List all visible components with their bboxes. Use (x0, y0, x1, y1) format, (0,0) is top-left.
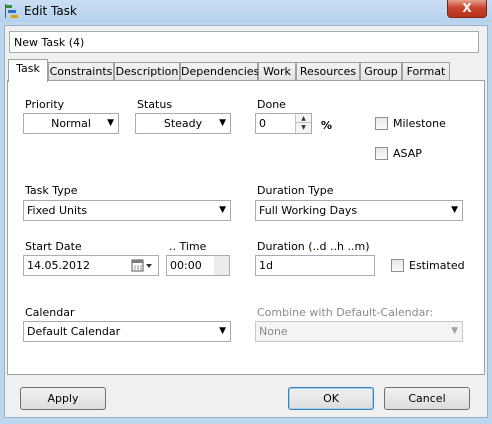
duration-input[interactable]: 1d (255, 255, 375, 276)
tab-constraints[interactable]: Constraints (48, 62, 114, 80)
dropdown-arrow-icon: ▼ (219, 205, 226, 215)
asap-label: ASAP (393, 147, 422, 160)
status-value: Steady (163, 117, 203, 130)
tab-work[interactable]: Work (258, 62, 296, 80)
estimated-label: Estimated (409, 259, 465, 272)
milestone-checkbox[interactable] (375, 117, 388, 130)
spin-down-icon[interactable]: ▼ (295, 123, 311, 133)
task-name-input[interactable] (9, 31, 479, 53)
apply-button[interactable]: Apply (20, 387, 106, 410)
tab-dependencies[interactable]: Dependencies (180, 62, 259, 80)
calendar-label: Calendar (25, 306, 75, 319)
duration-type-value: Full Working Days (259, 204, 358, 217)
close-icon: X (462, 1, 472, 15)
duration-value: 1d (259, 259, 273, 272)
combine-calendar-value: None (259, 325, 288, 338)
task-type-value: Fixed Units (27, 204, 88, 217)
tab-format[interactable]: Format (402, 62, 450, 80)
milestone-label: Milestone (393, 117, 446, 130)
tab-resources[interactable]: Resources (296, 62, 360, 80)
task-type-select[interactable]: Fixed Units ▼ (23, 200, 231, 221)
combine-calendar-label: Combine with Default-Calendar: (257, 306, 434, 319)
priority-select[interactable]: Normal ▼ (23, 113, 119, 134)
calendar-value: Default Calendar (27, 325, 121, 338)
time-value: 00:00 (170, 259, 202, 272)
start-date-label: Start Date (25, 240, 82, 253)
asap-checkbox[interactable] (375, 147, 388, 160)
dropdown-arrow-icon: ▼ (107, 118, 114, 128)
dropdown-arrow-icon: ▼ (451, 205, 458, 215)
dropdown-arrow-icon: ▼ (219, 118, 226, 128)
time-label: .. Time (169, 240, 207, 253)
combine-calendar-select: None ▼ (255, 321, 463, 342)
done-value: 0 (259, 117, 266, 130)
dropdown-arrow-icon: ▼ (219, 326, 226, 336)
estimated-checkbox[interactable] (391, 259, 404, 272)
status-select[interactable]: Steady ▼ (135, 113, 231, 134)
calendar-select[interactable]: Default Calendar ▼ (23, 321, 231, 342)
start-date-value: 14.05.2012 (27, 259, 90, 272)
time-input[interactable]: 00:00 (166, 255, 230, 276)
done-unit: % (321, 119, 333, 132)
gantt-app-icon (5, 4, 18, 18)
window-title: Edit Task (24, 4, 77, 18)
spin-up-icon[interactable]: ▲ (295, 114, 311, 123)
priority-label: Priority (25, 98, 65, 111)
priority-value: Normal (51, 117, 91, 130)
duration-type-select[interactable]: Full Working Days ▼ (255, 200, 463, 221)
cancel-button[interactable]: Cancel (384, 387, 470, 410)
status-label: Status (137, 98, 173, 111)
duration-label: Duration (..d ..h ..m) (257, 240, 370, 253)
task-type-label: Task Type (25, 184, 78, 197)
close-button[interactable]: X (447, 0, 487, 18)
done-label: Done (257, 98, 286, 111)
tab-group[interactable]: Group (360, 62, 402, 80)
tab-task[interactable]: Task (8, 59, 48, 82)
calendar-icon[interactable] (131, 259, 155, 272)
dropdown-arrow-icon: ▼ (451, 326, 458, 336)
ok-button[interactable]: OK (288, 387, 374, 410)
tab-description[interactable]: Description (114, 62, 180, 80)
duration-type-label: Duration Type (257, 184, 334, 197)
